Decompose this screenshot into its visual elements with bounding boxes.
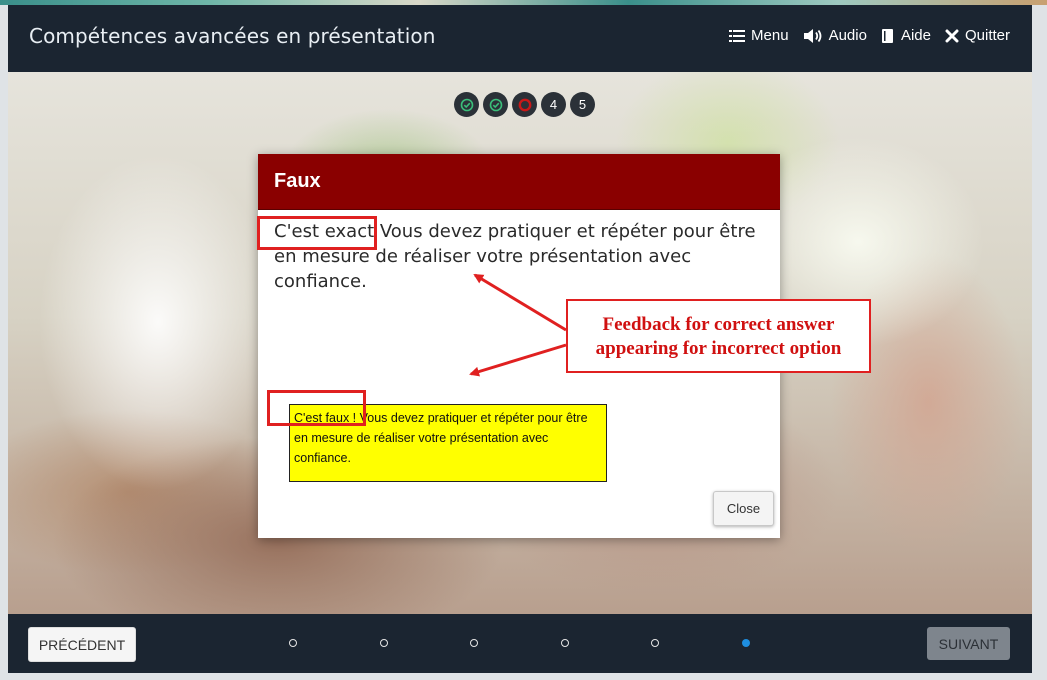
quit-button[interactable]: Quitter bbox=[945, 27, 1010, 44]
book-icon bbox=[881, 28, 893, 43]
close-icon bbox=[945, 29, 959, 42]
dialog-header: Faux bbox=[258, 154, 780, 210]
slide-dot-3[interactable] bbox=[470, 639, 478, 647]
slide-dot-1[interactable] bbox=[289, 639, 297, 647]
annotation-callout: Feedback for correct answer appearing fo… bbox=[566, 299, 871, 373]
slide-stage: 4 5 Faux C'est exact Vous devez pratique… bbox=[8, 72, 1032, 614]
progress-item-3[interactable] bbox=[512, 92, 537, 117]
help-label: Aide bbox=[900, 27, 931, 44]
progress-item-4[interactable]: 4 bbox=[541, 92, 566, 117]
annotation-line-1: Feedback for correct answer bbox=[602, 314, 835, 335]
course-title: Compétences avancées en présentation bbox=[29, 24, 436, 48]
incorrect-circle-icon bbox=[518, 98, 531, 111]
slide-dot-2[interactable] bbox=[380, 639, 388, 647]
dialog-title: Faux bbox=[274, 170, 321, 192]
player-window: Compétences avancées en présentation Men… bbox=[8, 5, 1032, 673]
progress-item-2[interactable] bbox=[483, 92, 508, 117]
help-button[interactable]: Aide bbox=[881, 27, 931, 44]
audio-button[interactable]: Audio bbox=[803, 27, 867, 44]
slide-dot-6[interactable] bbox=[742, 639, 750, 647]
menu-button[interactable]: Menu bbox=[729, 27, 789, 44]
annotation-line-2: appearing for incorrect option bbox=[595, 338, 842, 359]
slide-dot-4[interactable] bbox=[561, 639, 569, 647]
check-circle-icon bbox=[460, 98, 473, 111]
highlight-box-faux bbox=[267, 390, 366, 426]
progress-item-5[interactable]: 5 bbox=[570, 92, 595, 117]
top-nav: Menu Audio Aide Quitter bbox=[729, 27, 1010, 44]
close-button[interactable]: Close bbox=[713, 491, 774, 526]
progress-item-1[interactable] bbox=[454, 92, 479, 117]
quit-label: Quitter bbox=[964, 27, 1010, 44]
previous-button[interactable]: PRÉCÉDENT bbox=[28, 627, 136, 662]
list-icon bbox=[729, 29, 746, 42]
check-circle-icon bbox=[489, 98, 502, 111]
top-bar: Compétences avancées en présentation Men… bbox=[8, 5, 1032, 72]
question-progress: 4 5 bbox=[454, 92, 595, 117]
slide-dot-5[interactable] bbox=[651, 639, 659, 647]
highlight-box-correct bbox=[257, 216, 377, 250]
bottom-bar: PRÉCÉDENT SUIVANT bbox=[8, 614, 1032, 673]
next-button[interactable]: SUIVANT bbox=[927, 627, 1010, 660]
speaker-icon bbox=[803, 28, 821, 43]
audio-label: Audio bbox=[828, 27, 867, 44]
menu-label: Menu bbox=[751, 27, 789, 44]
